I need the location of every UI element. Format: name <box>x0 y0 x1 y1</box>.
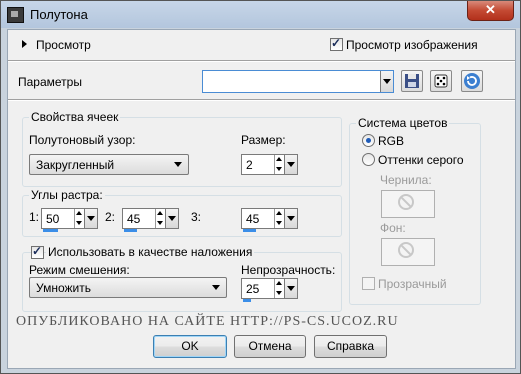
opacity-slider-fill <box>243 299 251 302</box>
dialog-window: Полутона ✕ Просмотр Просмотр изображения… <box>0 0 521 374</box>
chevron-down-icon[interactable] <box>84 209 97 228</box>
blend-mode-value: Умножить <box>36 281 91 295</box>
spin-arrows-icon[interactable] <box>274 155 284 174</box>
screen-angles-title: Углы растра: <box>29 188 105 202</box>
background-color-swatch[interactable] <box>381 238 435 266</box>
no-color-icon <box>398 194 414 210</box>
cancel-button[interactable]: Отмена <box>234 335 306 358</box>
size-label: Размер: <box>241 133 286 147</box>
grayscale-label[interactable]: Оттенки серого <box>378 153 464 167</box>
title-bar[interactable]: Полутона ✕ <box>1 1 520 28</box>
opacity-label: Непрозрачность: <box>241 263 336 277</box>
pattern-value: Закругленный <box>36 158 115 172</box>
use-overlay-checkbox[interactable] <box>31 244 44 259</box>
no-color-icon <box>398 242 414 258</box>
blend-mode-label: Режим смешения: <box>29 263 130 277</box>
angle-2-value: 45 <box>127 212 141 226</box>
divider <box>8 60 515 62</box>
dice-icon <box>434 74 448 88</box>
opacity-spinner[interactable]: 25 <box>241 278 298 302</box>
spin-arrows-icon[interactable] <box>274 279 284 298</box>
preset-select[interactable] <box>202 70 394 93</box>
spin-arrows-icon[interactable] <box>74 209 84 228</box>
angle-2-spinner[interactable]: 45 <box>122 208 179 232</box>
app-icon <box>7 7 24 23</box>
help-button[interactable]: Справка <box>314 335 387 358</box>
chevron-down-icon[interactable] <box>165 209 178 228</box>
angle-2-label: 2: <box>105 210 116 224</box>
angle-3-value: 45 <box>246 212 260 226</box>
spin-arrows-icon[interactable] <box>274 209 284 228</box>
angle-3-spinner[interactable]: 45 <box>241 208 298 232</box>
cell-properties-group <box>22 117 342 187</box>
expand-arrow-icon[interactable] <box>22 40 27 48</box>
transparent-label: Прозрачный <box>378 277 447 291</box>
angle-1-value: 50 <box>46 212 60 226</box>
angle-1-spinner[interactable]: 50 <box>41 208 98 232</box>
preview-toggle-label[interactable]: Просмотр <box>36 38 91 52</box>
save-preset-button[interactable] <box>401 70 423 92</box>
angle-1-slider-fill <box>43 229 58 232</box>
reset-button[interactable] <box>461 70 483 92</box>
opacity-value: 25 <box>246 282 260 296</box>
chevron-down-icon[interactable] <box>284 209 297 228</box>
ok-button[interactable]: OK <box>153 335 227 358</box>
divider <box>8 99 515 101</box>
angle-1-label: 1: <box>29 210 40 224</box>
chevron-down-icon <box>212 285 220 290</box>
close-button[interactable]: ✕ <box>467 1 514 21</box>
ink-label: Чернила: <box>380 173 432 187</box>
pattern-label: Полутоновый узор: <box>29 133 136 147</box>
params-label: Параметры <box>18 75 82 89</box>
transparent-checkbox[interactable] <box>362 277 375 290</box>
reset-icon <box>464 73 480 89</box>
random-preset-button[interactable] <box>430 70 452 92</box>
angle-3-label: 3: <box>191 210 202 224</box>
angle-2-slider-fill <box>124 229 137 232</box>
use-overlay-label[interactable]: Использовать в качестве наложения <box>46 245 255 259</box>
color-system-title: Система цветов <box>356 116 450 130</box>
angle-3-slider-fill <box>243 229 256 232</box>
ink-color-swatch[interactable] <box>381 190 435 218</box>
chevron-down-icon <box>174 162 182 167</box>
background-label: Фон: <box>380 221 406 235</box>
grayscale-radio[interactable] <box>362 153 375 166</box>
chevron-down-icon[interactable] <box>284 279 297 298</box>
size-spinner[interactable]: 2 <box>241 154 298 175</box>
floppy-disk-icon <box>405 74 419 88</box>
rgb-radio[interactable] <box>362 134 375 147</box>
window-title: Полутона <box>30 7 88 22</box>
image-preview-label[interactable]: Просмотр изображения <box>346 38 478 52</box>
spin-arrows-icon[interactable] <box>155 209 165 228</box>
chevron-down-icon[interactable] <box>284 155 297 174</box>
size-value: 2 <box>246 158 253 172</box>
image-preview-checkbox[interactable] <box>330 36 343 51</box>
site-watermark: ОПУБЛИКОВАНО НА САЙТЕ HTTP://PS-CS.UCOZ.… <box>16 314 399 329</box>
dialog-body: Просмотр Просмотр изображения Параметры … <box>7 29 516 369</box>
rgb-label[interactable]: RGB <box>378 134 404 148</box>
cell-properties-title: Свойства ячеек <box>29 110 121 124</box>
blend-mode-select[interactable]: Умножить <box>29 277 227 298</box>
chevron-down-icon <box>380 71 393 92</box>
pattern-select[interactable]: Закругленный <box>29 154 189 175</box>
